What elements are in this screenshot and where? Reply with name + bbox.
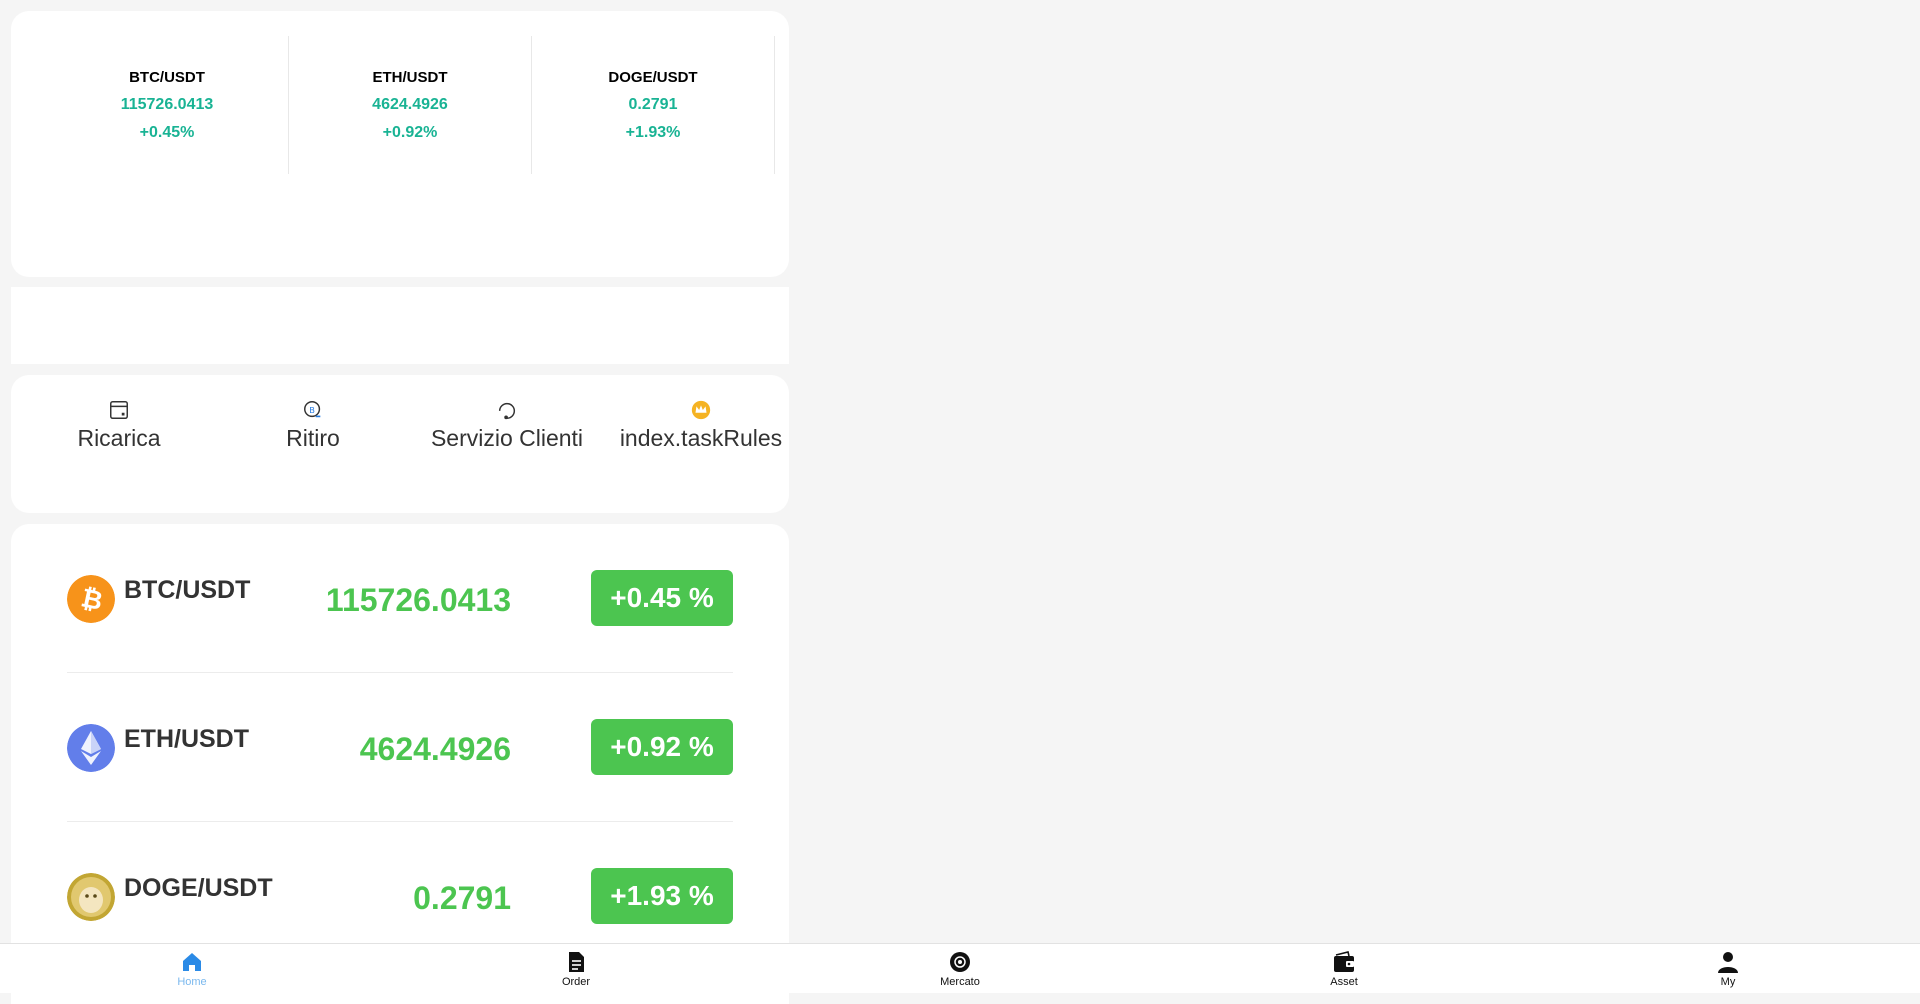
ethereum-icon [67, 724, 115, 772]
dogecoin-icon [67, 873, 115, 921]
nav-market[interactable]: Mercato [768, 944, 1152, 993]
recharge-button[interactable]: Ricarica [24, 399, 214, 453]
nav-label: Home [177, 976, 207, 988]
ticker-change: +1.93% [625, 123, 681, 141]
user-icon [1718, 952, 1738, 973]
notice-strip [11, 287, 789, 364]
action-label: index.taskRules [619, 425, 783, 451]
ticker-price: 115726.0413 [120, 95, 214, 113]
market-row-btc[interactable]: ₿ BTC/USDT 115726.0413 +0.45 % [67, 524, 733, 673]
action-label: Servizio Clienti [430, 425, 584, 451]
market-row-eth[interactable]: ETH/USDT 4624.4926 +0.92 % [67, 673, 733, 822]
ticker-card: BTC/USDT 115726.0413 +0.45% ETH/USDT 462… [11, 11, 789, 277]
market-coin-icon [950, 952, 970, 972]
nav-label: Asset [1330, 976, 1358, 988]
withdraw-button[interactable]: B Ritiro [218, 399, 408, 453]
action-label: Ricarica [77, 425, 161, 451]
wallet-card-icon [110, 401, 128, 419]
nav-order[interactable]: Order [384, 944, 768, 993]
market-pair: DOGE/USDT [124, 874, 273, 902]
market-price: 0.2791 [413, 880, 511, 916]
action-label: Ritiro [286, 425, 340, 451]
task-rules-button[interactable]: index.taskRules [606, 399, 796, 453]
ticker-doge[interactable]: DOGE/USDT 0.2791 +1.93% [532, 36, 775, 174]
ticker-pair: DOGE/USDT [608, 68, 698, 86]
wallet-icon [1334, 951, 1354, 972]
ticker-pair: ETH/USDT [372, 68, 448, 86]
crown-badge-icon [691, 400, 711, 420]
ticker-eth[interactable]: ETH/USDT 4624.4926 +0.92% [289, 36, 532, 174]
nav-label: Mercato [940, 976, 980, 988]
document-icon [569, 952, 584, 972]
bottom-nav: Home Order Mercato Asset My [0, 943, 1920, 993]
nav-label: My [1720, 976, 1736, 988]
change-badge: +0.92 % [591, 719, 733, 775]
nav-label: Order [561, 976, 591, 988]
ticker-row: BTC/USDT 115726.0413 +0.45% ETH/USDT 462… [46, 36, 775, 174]
nav-my[interactable]: My [1536, 944, 1920, 993]
ticker-pair: BTC/USDT [129, 68, 205, 86]
ticker-change: +0.92% [382, 123, 438, 141]
ticker-price: 0.2791 [628, 95, 678, 113]
home-icon [183, 953, 201, 971]
ticker-price: 4624.4926 [372, 95, 448, 113]
market-pair: BTC/USDT [124, 576, 251, 604]
bitcoin-icon: ₿ [67, 575, 115, 623]
ticker-btc[interactable]: BTC/USDT 115726.0413 +0.45% [46, 36, 289, 174]
change-badge: +0.45 % [591, 570, 733, 626]
market-price: 115726.0413 [325, 582, 511, 618]
withdraw-coin-icon: B [304, 401, 321, 418]
ticker-change: +0.45% [139, 123, 195, 141]
market-price: 4624.4926 [359, 731, 511, 767]
svg-text:B: B [309, 405, 315, 415]
support-headset-icon [498, 402, 516, 420]
market-list: ₿ BTC/USDT 115726.0413 +0.45 % ETH/USDT … [11, 524, 789, 1004]
nav-home[interactable]: Home [0, 944, 384, 993]
quick-actions: Ricarica B Ritiro Servizio Clienti index… [11, 375, 789, 513]
change-badge: +1.93 % [591, 868, 733, 924]
nav-asset[interactable]: Asset [1152, 944, 1536, 993]
customer-service-button[interactable]: Servizio Clienti [412, 399, 602, 453]
market-pair: ETH/USDT [124, 725, 249, 753]
